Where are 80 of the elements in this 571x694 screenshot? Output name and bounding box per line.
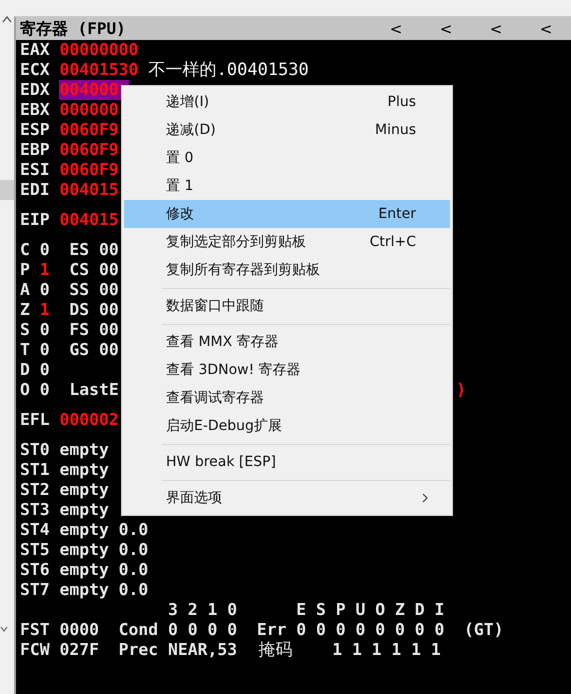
register-text: ST7 empty 0.0 [20,580,148,600]
register-value[interactable]: 00000000 [59,40,138,60]
register-name: ESP [20,120,50,140]
register-value[interactable]: 00401530 [59,60,138,80]
flag-value[interactable]: 0 [40,280,50,300]
scroll-up-icon[interactable] [2,16,12,23]
flag-value[interactable]: 0 [40,340,50,360]
menu-item[interactable]: 复制选定部分到剪贴板 Ctrl+C [124,228,450,256]
register-text: ST4 empty 0.0 [20,520,148,540]
flag-name: S [20,320,30,340]
flag-value[interactable]: 0 [40,380,50,400]
flag-name: Z [20,300,30,320]
menu-item[interactable]: 查看 MMX 寄存器 [124,328,450,356]
menu-item[interactable]: 界面选项 [124,484,450,512]
bit-labels: E S P U O Z D I [296,600,444,620]
flag-value[interactable]: 0 [40,320,50,340]
register-comment: 不一样的.00401530 [148,60,309,80]
flag-name: D [20,360,30,380]
flag-name: P [20,260,30,280]
bit-labels: 3 2 1 0 [168,600,238,620]
register-name: ESI [20,160,50,180]
register-name: EBX [20,100,50,120]
register-name: EAX [20,40,50,60]
menu-item[interactable]: 查看 3DNow! 寄存器 [124,356,450,384]
register-text: ST3 empty [20,500,109,520]
flag-name: C [20,240,30,260]
register-text: ST1 empty [20,460,109,480]
register-text: ST6 empty 0.0 [20,560,148,580]
register-value[interactable]: 000002 [59,410,119,430]
header-button[interactable]: < [421,20,471,38]
flag-name: A [20,280,30,300]
register-text: SS 00 [69,280,119,300]
menu-item[interactable]: 复制所有寄存器到剪贴板 [124,256,450,284]
register-text: LastE [69,380,119,400]
flag-value[interactable]: 1 [40,260,50,280]
menu-item[interactable]: HW break [ESP] [124,448,450,476]
register-text: FS 00 [69,320,119,340]
register-value[interactable]: 0060F9 [59,160,119,180]
flag-name: T [20,340,30,360]
header-button[interactable]: < [471,20,521,38]
register-name: ECX [20,60,50,80]
register-value[interactable]: 0060F9 [59,120,119,140]
chevron-icon [0,626,8,632]
register-text: ) [456,380,466,400]
register-text: CS 00 [69,260,119,280]
register-name: EBP [20,140,50,160]
header-button[interactable]: < [521,20,571,38]
flag-value[interactable]: 0 [40,240,50,260]
scroll-thumb[interactable] [0,180,14,200]
mask-label: 掩码 [258,640,293,660]
register-text: FCW 027F Prec NEAR,53 [20,640,238,660]
menu-item[interactable]: 查看调试寄存器 [124,384,450,412]
flag-name: O [20,380,30,400]
flag-value[interactable]: 1 [40,300,50,320]
register-text: FST 0000 Cond 0 0 0 0 Err 0 0 0 0 0 0 0 0 (GT) [20,620,504,640]
register-value[interactable]: 0060F9 [59,140,119,160]
register-text: DS 00 [69,300,119,320]
menu-item[interactable]: 递减(D) Minus [124,116,450,144]
flag-value[interactable]: 0 [40,360,50,380]
register-name: EDX [20,80,50,100]
register-text: GS 00 [69,340,119,360]
panel-title: 寄存器 (FPU) [20,18,127,40]
menu-item[interactable]: 置 0 [124,144,450,172]
register-text: ST5 empty 0.0 [20,540,148,560]
menu-item[interactable]: 数据窗口中跟随 [124,292,450,320]
menu-item[interactable]: 启动E-Debug扩展 [124,412,450,440]
header-button[interactable]: < [371,20,421,38]
register-text: ST2 empty [20,480,109,500]
register-name: EIP [20,210,50,230]
register-text: ES 00 [69,240,119,260]
register-value[interactable]: 004015 [59,210,119,230]
mask-bits: 1 1 1 1 1 1 [332,640,441,660]
register-text: ST0 empty [20,440,109,460]
menu-item[interactable]: 置 1 [124,172,450,200]
chevron-right-icon [422,493,428,503]
register-name: EFL [20,410,50,430]
register-name: EDI [20,180,50,200]
register-value[interactable]: 004015 [59,180,119,200]
register-value[interactable]: 000000 [59,100,119,120]
menu-item[interactable]: 修改 Enter [124,200,450,228]
